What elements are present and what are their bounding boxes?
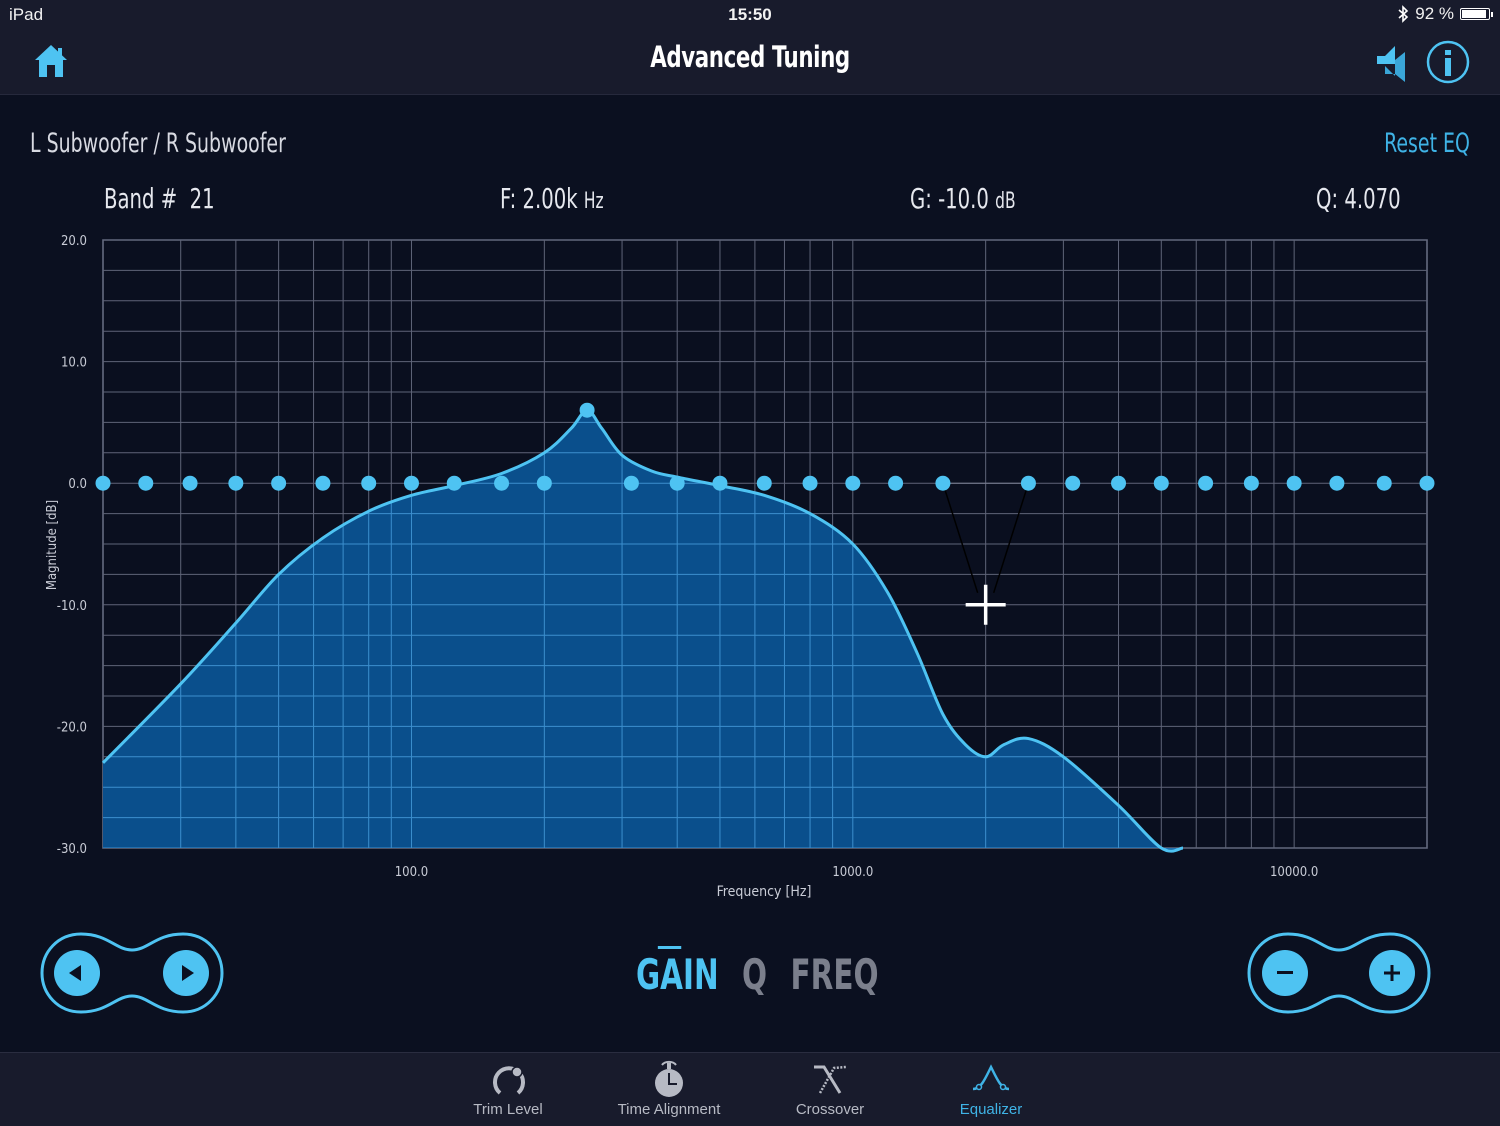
status-bar: iPad 15:50 92 % (0, 0, 1500, 30)
x-axis-label: Frequency [Hz] (717, 884, 812, 900)
eq-response-chart[interactable]: 20.0 10.0 0.0 -10.0 -20.0 -30.0 100.0 10… (0, 225, 1500, 915)
tab-trim-level[interactable]: Trim Level (428, 1053, 588, 1126)
gain-label: G: (910, 182, 932, 215)
mode-gain[interactable]: GAIN (636, 946, 719, 999)
trim-knob-icon (493, 1066, 525, 1095)
y-tick-label: -30.0 (57, 842, 87, 857)
reset-eq-button[interactable]: Reset EQ (1384, 128, 1470, 159)
band-point (95, 475, 111, 491)
band-point (446, 475, 462, 491)
tab-crossover[interactable]: Crossover (750, 1053, 910, 1126)
band-point (802, 475, 818, 491)
frequency-readout: F: 2.00k Hz (500, 182, 604, 215)
band-readout: Band # 21 (104, 182, 215, 215)
nav-bar: Advanced Tuning (0, 30, 1500, 95)
q-label: Q: (1316, 182, 1339, 215)
battery-fill (1462, 10, 1486, 18)
band-point (1020, 475, 1036, 491)
frequency-value: 2.00k (522, 182, 578, 215)
x-tick-label: 100.0 (395, 865, 428, 880)
band-point (888, 475, 904, 491)
stopwatch-icon (655, 1060, 683, 1097)
band-point (182, 475, 198, 491)
bluetooth-icon (1398, 5, 1409, 23)
y-tick-label: 20.0 (61, 234, 87, 249)
tab-equalizer[interactable]: Equalizer (911, 1053, 1071, 1126)
home-icon[interactable] (33, 42, 69, 80)
y-tick-label: 10.0 (61, 356, 87, 371)
decrement-button[interactable] (1262, 950, 1308, 996)
minus-icon (1277, 971, 1293, 974)
band-point (361, 475, 377, 491)
band-point (228, 475, 244, 491)
gain-value: -10.0 (938, 182, 989, 215)
band-point (138, 475, 154, 491)
band-value: 21 (189, 182, 215, 215)
band-point (1286, 475, 1302, 491)
band-point (1111, 475, 1127, 491)
channel-label: L Subwoofer / R Subwoofer (30, 128, 286, 159)
clock: 15:50 (728, 5, 772, 24)
tab-label: Crossover (795, 1101, 865, 1118)
info-icon[interactable] (1426, 40, 1470, 84)
value-stepper (1247, 932, 1431, 1014)
y-tick-label: 0.0 (68, 477, 87, 492)
status-right: 92 % (1397, 4, 1493, 24)
previous-band-button[interactable] (54, 950, 100, 996)
band-point (1376, 475, 1392, 491)
y-axis-label: Magnitude [dB] (45, 500, 60, 590)
frequency-label: F: (500, 182, 517, 215)
band-point (579, 402, 595, 418)
increment-button[interactable] (1369, 950, 1415, 996)
q-readout: Q: 4.070 (1316, 182, 1401, 215)
band-point (845, 475, 861, 491)
band-point (756, 475, 772, 491)
crossover-icon (814, 1065, 847, 1094)
q-value: 4.070 (1344, 182, 1401, 215)
x-tick-labels: 100.0 1000.0 10000.0 (395, 865, 1319, 880)
x-tick-label: 10000.0 (1270, 865, 1318, 880)
y-tick-labels: 20.0 10.0 0.0 -10.0 -20.0 -30.0 (57, 234, 87, 857)
next-band-button[interactable] (163, 950, 209, 996)
band-point (271, 475, 287, 491)
battery-percent: 92 % (1415, 4, 1454, 23)
equalizer-icon (972, 1064, 1010, 1091)
band-point (1329, 475, 1345, 491)
tab-label: Time Alignment (617, 1101, 721, 1118)
band-point (536, 475, 552, 491)
band-point (1243, 475, 1259, 491)
band-point (1065, 475, 1081, 491)
tab-label: Equalizer (959, 1101, 1023, 1118)
speaker-mute-icon[interactable] (1373, 42, 1413, 86)
gain-unit: dB (995, 189, 1016, 214)
band-point (1198, 475, 1214, 491)
gain-readout: G: -10.0 dB (910, 182, 1016, 215)
band-point (935, 475, 951, 491)
y-tick-label: -10.0 (57, 599, 87, 614)
x-tick-label: 1000.0 (832, 865, 873, 880)
band-label: Band # (104, 182, 178, 215)
band-point (1153, 475, 1169, 491)
mode-selector: GAIN Q FREQ (636, 946, 879, 999)
mode-freq[interactable]: FREQ (790, 950, 878, 999)
page-title: Advanced Tuning (650, 40, 850, 74)
tab-label: Trim Level (473, 1101, 543, 1118)
tab-bar: Trim Level Time Alignment Crossover Equa… (0, 1052, 1500, 1126)
band-point (494, 475, 510, 491)
band-point (403, 475, 419, 491)
y-tick-label: -20.0 (57, 720, 87, 735)
band-point (315, 475, 331, 491)
band-navigation (40, 932, 224, 1014)
band-point (712, 475, 728, 491)
band-point (623, 475, 639, 491)
battery-icon (1460, 8, 1493, 20)
tab-time-alignment[interactable]: Time Alignment (589, 1053, 749, 1126)
band-point (1419, 475, 1435, 491)
frequency-unit: Hz (583, 189, 604, 214)
band-point (669, 475, 685, 491)
mode-q[interactable]: Q (742, 950, 767, 999)
